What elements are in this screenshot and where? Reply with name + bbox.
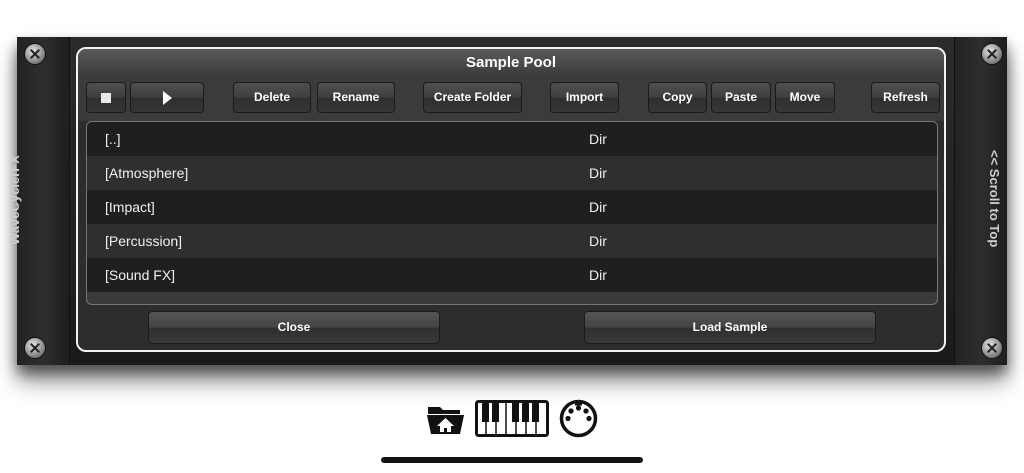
- copy-button[interactable]: Copy: [648, 82, 707, 113]
- item-type: Dir: [589, 267, 607, 283]
- item-type: Dir: [589, 233, 607, 249]
- stop-button[interactable]: [86, 82, 126, 113]
- item-name: [Atmosphere]: [105, 165, 189, 181]
- item-name: [..]: [105, 131, 121, 147]
- sample-pool-dialog: Sample Pool Delete Rename Create Folder …: [76, 47, 946, 352]
- list-item[interactable]: [Sound FX] Dir: [87, 258, 937, 292]
- create-folder-button[interactable]: Create Folder: [423, 82, 522, 113]
- toolbar: Delete Rename Create Folder Import Copy …: [78, 77, 944, 121]
- rename-button[interactable]: Rename: [317, 82, 395, 113]
- keyboard-icon[interactable]: [475, 400, 549, 437]
- dialog-title: Sample Pool: [78, 49, 944, 77]
- rack-left-panel: [17, 37, 70, 365]
- screw-icon: [981, 337, 1003, 359]
- item-type: Dir: [589, 199, 607, 215]
- screw-icon: [981, 43, 1003, 65]
- screw-icon: [24, 337, 46, 359]
- delete-button[interactable]: Delete: [233, 82, 311, 113]
- import-button[interactable]: Import: [550, 82, 619, 113]
- list-item[interactable]: [..] Dir: [87, 122, 937, 156]
- item-type: Dir: [589, 165, 607, 181]
- close-button[interactable]: Close: [148, 311, 440, 344]
- item-name: [Sound FX]: [105, 267, 176, 283]
- item-name: [Percussion]: [105, 233, 183, 249]
- play-button[interactable]: [130, 82, 204, 113]
- stop-icon: [101, 92, 111, 103]
- list-item[interactable]: [Percussion] Dir: [87, 224, 937, 258]
- item-name: [Impact]: [105, 199, 155, 215]
- rack-device-name: WaveCyclerFX: [7, 155, 22, 245]
- home-indicator[interactable]: [381, 457, 643, 463]
- refresh-button[interactable]: Refresh: [871, 82, 940, 113]
- screw-icon: [24, 43, 46, 65]
- move-button[interactable]: Move: [775, 82, 835, 113]
- paste-button[interactable]: Paste: [711, 82, 771, 113]
- item-type: Dir: [589, 131, 607, 147]
- midi-icon[interactable]: [559, 399, 598, 438]
- load-sample-button[interactable]: Load Sample: [584, 311, 876, 344]
- folder-home-icon[interactable]: [426, 401, 466, 435]
- play-icon: [162, 90, 172, 105]
- file-list: [..] Dir [Atmosphere] Dir [Impact] Dir […: [86, 121, 938, 305]
- list-item[interactable]: [Atmosphere] Dir: [87, 156, 937, 190]
- list-item[interactable]: [Impact] Dir: [87, 190, 937, 224]
- scroll-to-top-button[interactable]: << Scroll to Top: [987, 150, 1002, 247]
